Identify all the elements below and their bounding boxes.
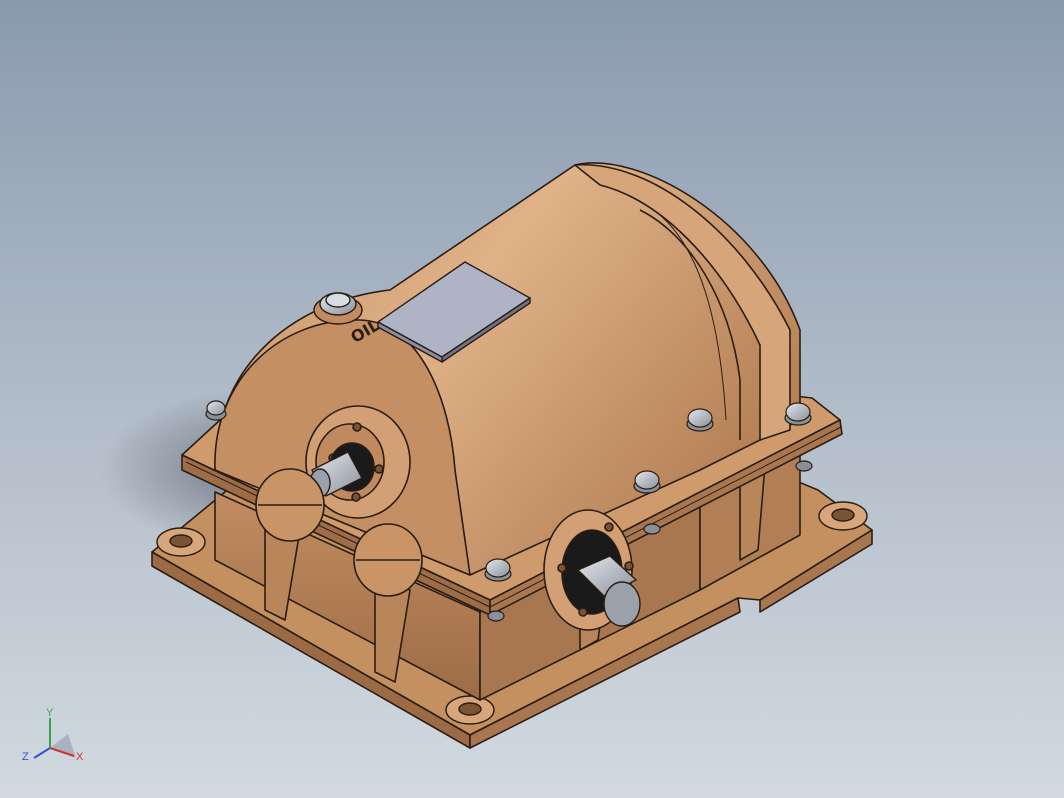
triad-z-axis [33, 747, 51, 759]
triad-x-label: X [76, 751, 84, 763]
triad-y-label: Y [46, 707, 54, 719]
triad-z-label: Z [22, 751, 29, 763]
coordinate-triad: X Y Z [22, 707, 84, 763]
gearbox-model[interactable]: OIL [0, 0, 1064, 798]
graphics-viewport[interactable]: OIL X Y Z [0, 0, 1064, 798]
